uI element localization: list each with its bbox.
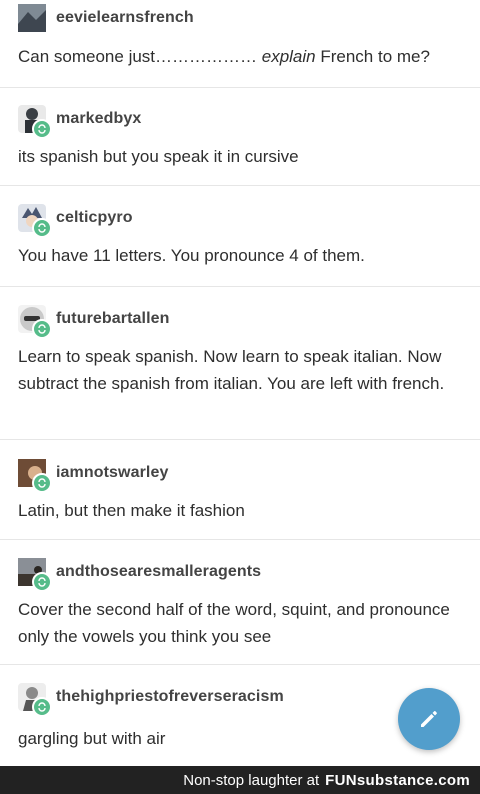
thread-post: iamnotswarley Latin, but then make it fa…: [0, 440, 480, 540]
reblog-icon: [32, 119, 52, 139]
avatar[interactable]: [18, 459, 52, 493]
post-text: Cover the second half of the word, squin…: [18, 600, 450, 646]
username[interactable]: eevielearnsfrench: [56, 9, 194, 27]
reblog-icon: [32, 319, 52, 339]
username[interactable]: andthosearesmalleragents: [56, 563, 261, 581]
post-text-part: Can someone just………………: [18, 47, 262, 66]
post-header: markedbyx: [18, 105, 141, 139]
thread-post: eevielearnsfrench Can someone just…………………: [0, 0, 480, 88]
post-header: futurebartallen: [18, 305, 170, 339]
post-header: iamnotswarley: [18, 459, 168, 493]
reblog-icon: [32, 697, 52, 717]
avatar[interactable]: [18, 4, 46, 32]
avatar[interactable]: [18, 683, 52, 717]
avatar[interactable]: [18, 305, 52, 339]
thread-post: markedbyx its spanish but you speak it i…: [0, 88, 480, 186]
avatar[interactable]: [18, 558, 52, 592]
post-header: celticpyro: [18, 204, 133, 238]
username[interactable]: celticpyro: [56, 209, 133, 227]
post-text: Can someone just……………… explain French to…: [18, 43, 464, 70]
thread-post: futurebartallen Learn to speak spanish. …: [0, 287, 480, 440]
footer-brand[interactable]: FUNsubstance.com: [325, 772, 470, 789]
username[interactable]: markedbyx: [56, 110, 141, 128]
reblog-icon: [32, 473, 52, 493]
footer-text: Non-stop laughter at: [183, 771, 320, 789]
thread-post: celticpyro You have 11 letters. You pron…: [0, 186, 480, 287]
pencil-icon: [421, 711, 437, 727]
post-header: eevielearnsfrench: [18, 4, 194, 32]
post-header: thehighpriestofreverseracism: [18, 683, 284, 717]
post-text: Latin, but then make it fashion: [18, 501, 245, 520]
username[interactable]: futurebartallen: [56, 310, 170, 328]
watermark-footer: Non-stop laughter at FUNsubstance.com: [0, 766, 480, 794]
post-text: Learn to speak spanish. Now learn to spe…: [18, 347, 445, 393]
post-header: andthosearesmalleragents: [18, 558, 261, 592]
avatar[interactable]: [18, 204, 52, 238]
avatar-image-icon: [18, 4, 46, 32]
post-text: its spanish but you speak it in cursive: [18, 147, 299, 166]
compose-button[interactable]: [398, 688, 460, 750]
username[interactable]: iamnotswarley: [56, 464, 168, 482]
thread-post: andthosearesmalleragents Cover the secon…: [0, 540, 480, 665]
avatar[interactable]: [18, 105, 52, 139]
post-text-emphasis: explain: [261, 47, 316, 66]
reblog-icon: [32, 218, 52, 238]
reblog-icon: [32, 572, 52, 592]
post-text: You have 11 letters. You pronounce 4 of …: [18, 246, 365, 265]
username[interactable]: thehighpriestofreverseracism: [56, 688, 284, 706]
post-text: gargling but with air: [18, 729, 166, 748]
post-text-part: French to me?: [315, 47, 430, 66]
